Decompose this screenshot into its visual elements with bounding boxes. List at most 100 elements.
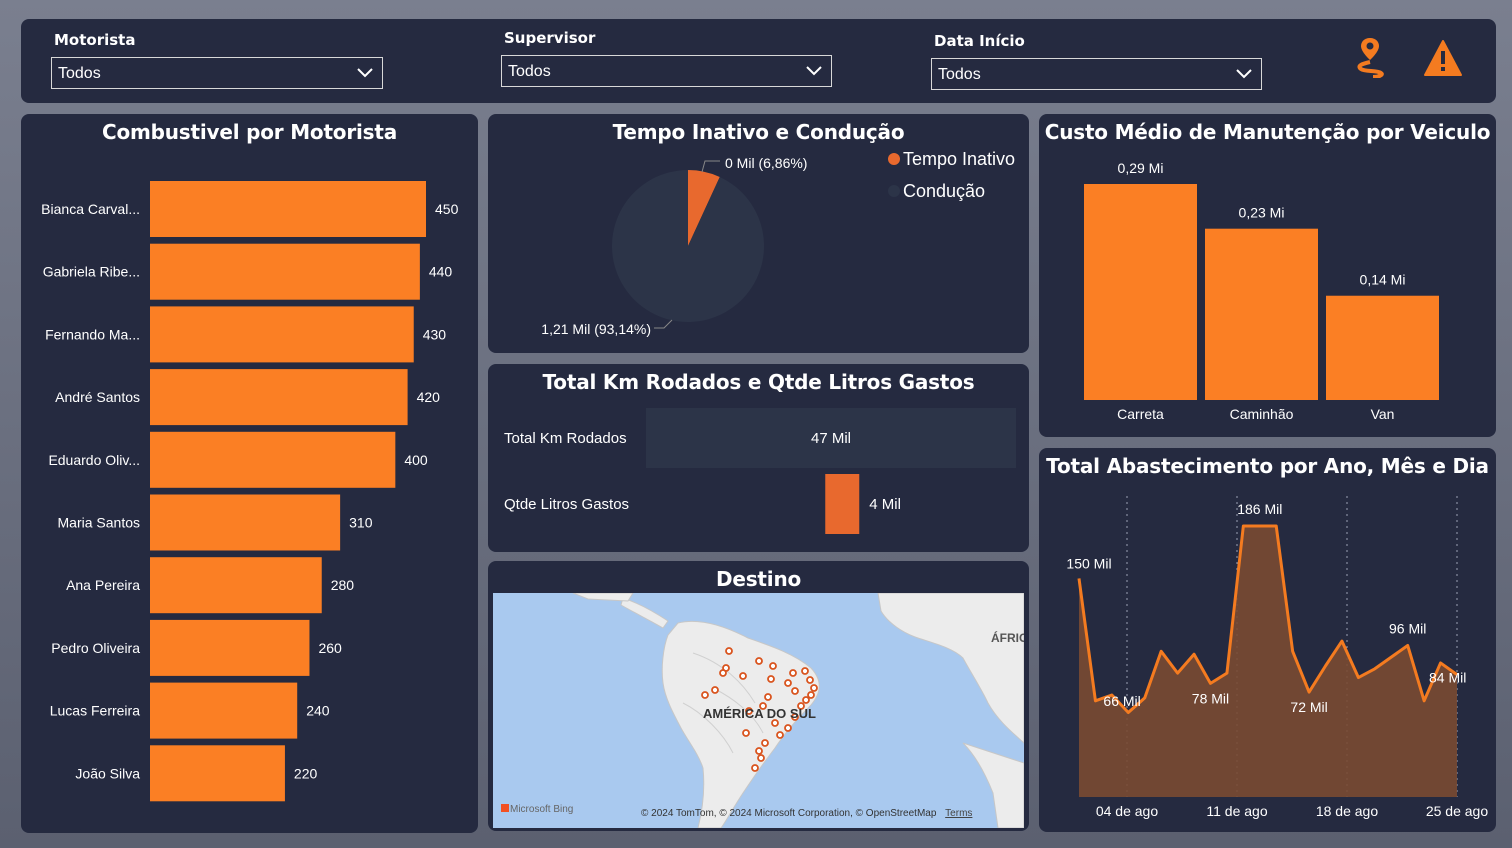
bar-value-label: 420 [417,389,441,405]
x-tick-label: 18 de ago [1316,803,1378,819]
data-inicio-dropdown[interactable]: Todos [931,58,1262,90]
point-data-label: 78 Mil [1192,690,1229,706]
combustivel-chart: Bianca Carval... 450 Gabriela Ribe... 440 Fe… [41,181,459,802]
custo-panel: Custo Médio de Manutenção por Veiculo 0,… [1039,114,1496,437]
chevron-down-icon [1236,69,1252,79]
point-data-label: 84 Mil [1429,670,1466,686]
bar [150,243,420,300]
legend-label: Tempo Inativo [903,149,1015,169]
point-data-label: 96 Mil [1389,620,1426,636]
bar-value-label: 4 Mil [869,496,901,513]
route-pin-icon[interactable] [1351,36,1389,78]
destination-marker [784,679,792,687]
bar-category-label: Fernando Ma... [45,326,140,342]
africa-label: ÁFRIC [991,630,1024,645]
bar-value-label: 400 [404,452,428,468]
bar-category-label: Carreta [1117,406,1164,422]
bar-category-label: Pedro Oliveira [51,640,140,656]
tempo-panel: Tempo Inativo e Condução 0 Mil (6,86%) 1,… [488,114,1029,353]
legend-marker [888,153,900,165]
point-data-label: 186 Mil [1237,501,1282,517]
destination-marker [742,729,750,737]
x-tick-label: 25 de ago [1426,803,1488,819]
destination-marker [789,669,797,677]
warning-icon[interactable] [1423,39,1463,77]
bar-value-label: 0,23 Mi [1239,205,1285,221]
bar-category-label: Total Km Rodados [504,430,627,447]
bar-category-label: Eduardo Oliv... [48,452,140,468]
bar-category-label: André Santos [55,389,140,405]
bar-value-label: 280 [331,577,355,593]
bar [1084,184,1197,400]
destination-marker [725,647,733,655]
custo-chart: 0,29 Mi Carreta 0,23 Mi Caminhão 0,14 Mi Van [1084,160,1439,422]
map-credit: © 2024 TomTom, © 2024 Microsoft Corporat… [641,808,973,819]
destination-marker [802,696,810,704]
bar [150,494,341,551]
pie-data-label: 1,21 Mil (93,14%) [541,321,651,337]
destination-marker [755,657,763,665]
destination-marker [801,667,809,675]
bar-value-label: 440 [429,264,453,280]
bar-category-label: Caminhão [1230,406,1294,422]
area-fill [1079,526,1457,797]
bar-value-label: 0,29 Mi [1118,160,1164,176]
bar-value-label: 310 [349,515,373,531]
destination-marker [784,724,792,732]
data-inicio-value: Todos [938,66,981,83]
bar-category-label: Ana Pereira [66,577,140,593]
km-chart: Total Km Rodados 47 Mil Qtde Litros Gastos… [504,408,1016,534]
bar [150,369,408,426]
combustivel-panel: Combustivel por Motorista Bianca Carval.… [21,114,478,833]
bar-category-label: Lucas Ferreira [50,703,140,719]
leader-line [701,160,720,173]
bar [1205,228,1318,400]
leader-line [654,319,673,329]
bar-value-label: 450 [435,201,459,217]
bar-category-label: João Silva [75,765,140,781]
bar [150,745,285,802]
x-tick-label: 11 de ago [1206,803,1267,819]
map-canvas: AMÉRICA DO SUL ÁFRIC [572,593,1024,828]
bar-category-label: Qtde Litros Gastos [504,496,629,513]
bar-category-label: Gabriela Ribe... [43,264,140,280]
destination-marker [764,693,772,701]
bar-value-label: 240 [306,703,330,719]
motorista-dropdown[interactable]: Todos [51,57,383,89]
bar [150,431,396,488]
destination-marker [761,739,769,747]
tempo-chart: 0 Mil (6,86%) 1,21 Mil (93,14%) Tempo Inat… [541,149,1015,337]
chevron-down-icon [357,68,373,78]
bar-category-label: Bianca Carval... [41,201,140,217]
destination-marker [769,662,777,670]
bar-category-label: Maria Santos [58,515,140,531]
bing-logo: Microsoft Bing [501,804,573,815]
destino-map[interactable]: AMÉRICA DO SUL ÁFRIC Microsoft Bing © 20… [493,593,1024,828]
destination-marker [755,747,763,755]
bar-category-label: Van [1371,406,1395,422]
bar [150,306,414,363]
abastecimento-chart: 150 Mil 66 Mil 78 Mil 186 Mil 72 Mil 96 Mil 84… [1066,496,1488,819]
data-inicio-label: Data Início [934,32,1025,50]
bar-value-label: 220 [294,765,318,781]
filter-bar: Motorista Todos Supervisor Todos Data In… [21,19,1496,103]
supervisor-label: Supervisor [504,29,596,47]
bar-value-label: 0,14 Mi [1360,272,1406,288]
destination-marker [751,764,759,772]
africa-landmass [877,593,1024,744]
bar-value-label: 430 [423,326,447,342]
supervisor-dropdown[interactable]: Todos [501,55,832,87]
bar [150,619,310,676]
terms-link[interactable]: Terms [945,808,972,819]
motorista-label: Motorista [54,31,136,49]
chevron-down-icon [806,66,822,76]
south-america-landmass [661,620,820,828]
point-data-label: 72 Mil [1290,699,1327,715]
x-tick-label: 04 de ago [1096,803,1158,819]
destination-marker [711,686,719,694]
motorista-value: Todos [58,65,101,82]
km-panel: Total Km Rodados e Qtde Litros Gastos To… [488,364,1029,552]
legend-label: Condução [903,181,985,201]
bar-value-label: 260 [318,640,342,656]
pie-data-label: 0 Mil (6,86%) [725,155,807,171]
